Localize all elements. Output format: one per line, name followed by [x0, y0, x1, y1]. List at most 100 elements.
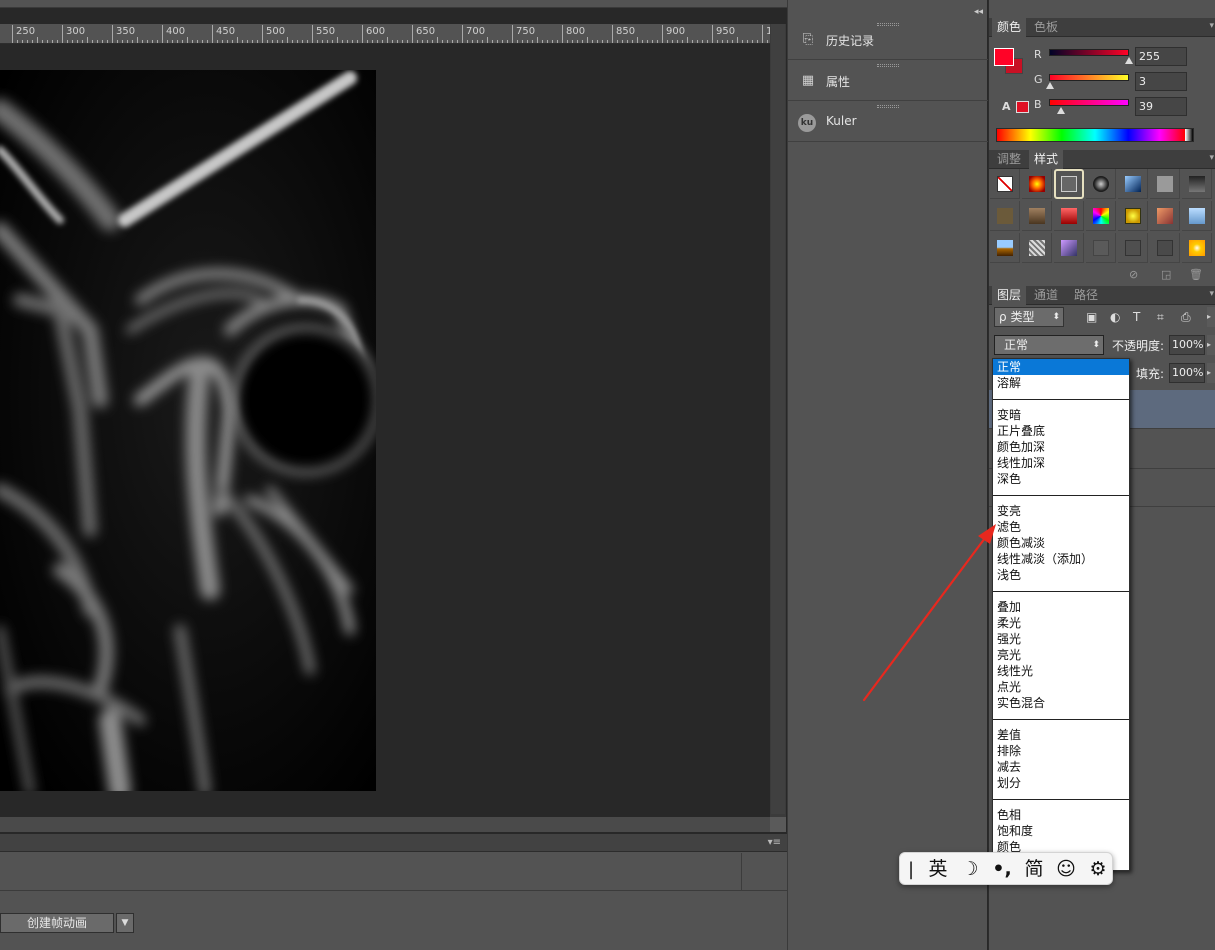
blend-option-screen[interactable]: 滤色: [993, 519, 1129, 535]
simplified-chinese-icon[interactable]: 简: [1020, 853, 1048, 886]
blend-option-dissolve[interactable]: 溶解: [993, 375, 1129, 391]
trash-icon[interactable]: 🗑: [1189, 268, 1203, 281]
filter-smart-object-icon[interactable]: ⎙: [1181, 310, 1191, 325]
slider-thumb[interactable]: [1057, 107, 1065, 114]
blend-option-multiply[interactable]: 正片叠底: [993, 423, 1129, 439]
grip-icon[interactable]: [877, 64, 899, 67]
style-swatch[interactable]: [990, 201, 1020, 231]
panel-properties[interactable]: ▦ 属性: [788, 61, 988, 101]
blend-option-color-burn[interactable]: 颜色加深: [993, 439, 1129, 455]
filter-shape-icon[interactable]: ⌗: [1157, 310, 1164, 325]
style-swatch[interactable]: [1086, 201, 1116, 231]
style-swatch[interactable]: [1086, 233, 1116, 263]
grip-icon[interactable]: [877, 105, 899, 108]
slider-thumb[interactable]: [1125, 57, 1133, 64]
blend-option-difference[interactable]: 差值: [993, 727, 1129, 743]
panel-menu-icon[interactable]: ▾: [1209, 153, 1214, 163]
style-swatch[interactable]: [1182, 201, 1212, 231]
channel-r-input[interactable]: 255: [1135, 47, 1187, 66]
panel-menu-icon[interactable]: ▾≡: [768, 837, 781, 848]
blend-option-subtract[interactable]: 减去: [993, 759, 1129, 775]
style-swatch[interactable]: [1054, 233, 1084, 263]
web-safe-color-swatch[interactable]: [1016, 101, 1029, 113]
settings-icon[interactable]: ⚙: [1084, 853, 1112, 886]
blend-option-linear-dodge[interactable]: 线性减淡（添加）: [993, 551, 1129, 567]
tab-styles[interactable]: 样式: [1029, 150, 1064, 169]
tab-color[interactable]: 颜色: [992, 18, 1027, 37]
panel-menu-icon[interactable]: ▾: [1209, 21, 1214, 31]
style-swatch[interactable]: [1150, 233, 1180, 263]
opacity-slider-button[interactable]: ▸: [1207, 335, 1215, 355]
style-swatch[interactable]: [1150, 169, 1180, 199]
style-swatch[interactable]: [1022, 233, 1052, 263]
fill-slider-button[interactable]: ▸: [1207, 363, 1215, 383]
style-swatch-none[interactable]: [990, 169, 1020, 199]
filter-pixel-icon[interactable]: ▣: [1086, 310, 1097, 324]
style-swatch[interactable]: [1118, 233, 1148, 263]
emoji-icon[interactable]: ☺: [1052, 853, 1080, 886]
collapse-dock-icon[interactable]: ◂◂: [974, 7, 983, 17]
filter-adjustment-icon[interactable]: ◐: [1110, 310, 1120, 324]
tab-channels[interactable]: 通道: [1029, 286, 1063, 305]
style-swatch[interactable]: [1150, 201, 1180, 231]
vertical-scrollbar[interactable]: [770, 24, 786, 832]
color-spectrum-bar[interactable]: [996, 128, 1194, 142]
filter-type-icon[interactable]: T: [1133, 310, 1140, 324]
blend-option-darker-color[interactable]: 深色: [993, 471, 1129, 487]
blend-option-lighter-color[interactable]: 浅色: [993, 567, 1129, 583]
style-swatch[interactable]: [1086, 169, 1116, 199]
channel-r-slider[interactable]: [1049, 49, 1129, 56]
grip-icon[interactable]: [877, 23, 899, 26]
scroll-right-icon[interactable]: ▸: [1207, 307, 1215, 327]
moon-icon[interactable]: ☽: [956, 853, 984, 886]
blend-option-saturation[interactable]: 饱和度: [993, 823, 1129, 839]
new-style-icon[interactable]: ◲: [1161, 268, 1171, 281]
layer-filter-select[interactable]: ρ 类型 ⬍: [994, 307, 1064, 327]
tab-layers[interactable]: 图层: [992, 286, 1027, 305]
blend-option-linear-light[interactable]: 线性光: [993, 663, 1129, 679]
horizontal-scrollbar[interactable]: [0, 817, 770, 832]
blend-option-hue[interactable]: 色相: [993, 807, 1129, 823]
style-swatch[interactable]: [990, 233, 1020, 263]
blend-option-hard-mix[interactable]: 实色混合: [993, 695, 1129, 711]
channel-b-slider[interactable]: [1049, 99, 1129, 106]
style-swatch[interactable]: [1118, 201, 1148, 231]
style-swatch[interactable]: [1022, 169, 1052, 199]
blend-option-color-dodge[interactable]: 颜色减淡: [993, 535, 1129, 551]
blend-option-linear-burn[interactable]: 线性加深: [993, 455, 1129, 471]
create-frame-animation-button[interactable]: 创建帧动画: [0, 913, 114, 933]
panel-menu-icon[interactable]: ▾: [1209, 289, 1214, 299]
language-english-icon[interactable]: 英: [924, 853, 952, 886]
channel-g-input[interactable]: 3: [1135, 72, 1187, 91]
tab-swatches[interactable]: 色板: [1029, 18, 1063, 37]
slider-thumb[interactable]: [1046, 82, 1054, 89]
panel-history[interactable]: ⎘ 历史记录: [788, 20, 988, 60]
fill-input[interactable]: 100%: [1169, 363, 1205, 383]
channel-b-input[interactable]: 39: [1135, 97, 1187, 116]
style-swatch[interactable]: [1118, 169, 1148, 199]
canvas-image[interactable]: [0, 70, 376, 791]
tab-paths[interactable]: 路径: [1069, 286, 1103, 305]
chevron-down-icon[interactable]: ▼: [116, 913, 134, 933]
blend-option-overlay[interactable]: 叠加: [993, 599, 1129, 615]
tab-adjustments[interactable]: 调整: [992, 150, 1026, 169]
style-swatch-selected[interactable]: [1054, 169, 1084, 199]
style-swatch[interactable]: [1182, 233, 1212, 263]
blend-option-divide[interactable]: 划分: [993, 775, 1129, 791]
blend-option-pin-light[interactable]: 点光: [993, 679, 1129, 695]
scroll-thumb[interactable]: [771, 24, 785, 814]
ime-handle-icon[interactable]: |: [906, 853, 916, 886]
blend-option-hard-light[interactable]: 强光: [993, 631, 1129, 647]
blend-option-exclusion[interactable]: 排除: [993, 743, 1129, 759]
document-canvas[interactable]: [0, 45, 770, 817]
blend-option-darken[interactable]: 变暗: [993, 407, 1129, 423]
foreground-color-swatch[interactable]: [994, 48, 1014, 66]
style-swatch[interactable]: [1054, 201, 1084, 231]
opacity-input[interactable]: 100%: [1169, 335, 1205, 355]
blend-mode-select[interactable]: 正常 ⬍: [994, 335, 1104, 355]
style-swatch[interactable]: [1182, 169, 1212, 199]
panel-kuler[interactable]: ku Kuler: [788, 102, 988, 142]
blend-option-vivid-light[interactable]: 亮光: [993, 647, 1129, 663]
clear-style-icon[interactable]: ⊘: [1129, 268, 1138, 281]
blend-option-lighten[interactable]: 变亮: [993, 503, 1129, 519]
